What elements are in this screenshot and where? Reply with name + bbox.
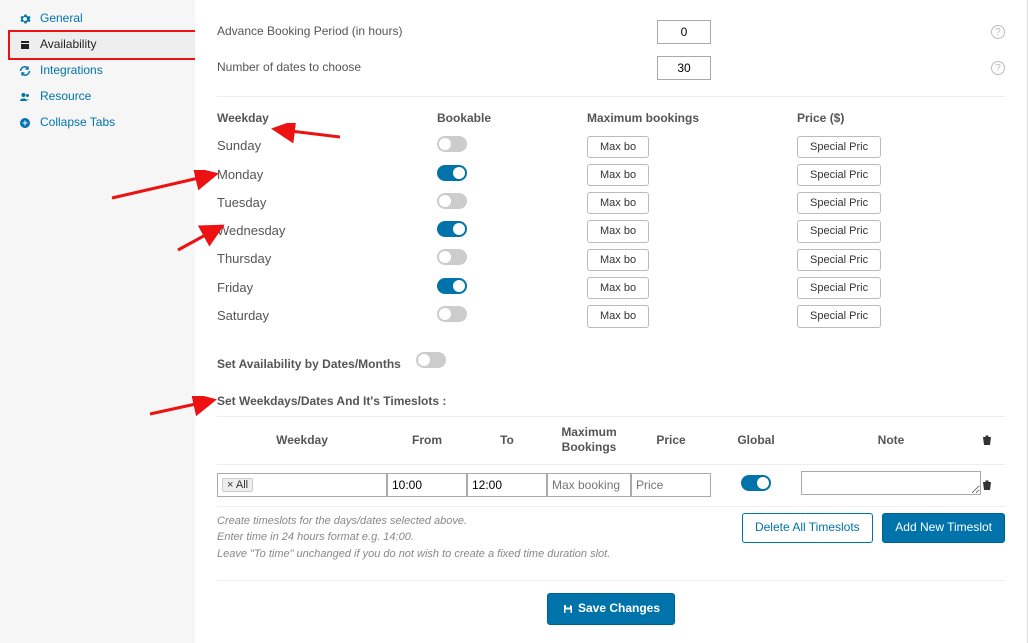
ts-weekday-field[interactable]: × All [217, 473, 387, 497]
weekday-name: Thursday [217, 251, 437, 268]
save-changes-button[interactable]: Save Changes [547, 593, 675, 625]
date-availability-toggle[interactable] [416, 352, 446, 368]
bookable-toggle[interactable] [437, 165, 467, 181]
ts-note-input[interactable] [801, 471, 981, 495]
advance-booking-label: Advance Booking Period (in hours) [217, 24, 657, 40]
bookable-toggle[interactable] [437, 249, 467, 265]
delete-all-timeslots-button[interactable]: Delete All Timeslots [742, 513, 873, 543]
hint-line: Enter time in 24 hours format e.g. 14:00… [217, 529, 736, 546]
trash-row-icon[interactable] [981, 479, 1005, 491]
bookable-toggle[interactable] [437, 221, 467, 237]
refresh-icon [18, 64, 32, 78]
col-bookable: Bookable [437, 111, 587, 127]
weekday-row: Thursday Max bo Special Pric [217, 246, 1005, 274]
ts-col-from: From [387, 433, 467, 449]
max-bookings-button[interactable]: Max bo [587, 164, 649, 186]
sidebar-item-collapse[interactable]: Collapse Tabs [10, 110, 195, 136]
advance-booking-input[interactable] [657, 20, 711, 44]
special-price-button[interactable]: Special Pric [797, 220, 881, 242]
special-price-button[interactable]: Special Pric [797, 305, 881, 327]
weekday-name: Monday [217, 167, 437, 184]
ts-col-note: Note [801, 433, 981, 449]
weekday-row: Saturday Max bo Special Pric [217, 302, 1005, 330]
gear-icon [18, 12, 32, 26]
ts-from-input[interactable] [387, 473, 467, 497]
bookable-toggle[interactable] [437, 136, 467, 152]
ts-price-input[interactable] [631, 473, 711, 497]
trash-all-icon[interactable] [981, 434, 1005, 446]
max-bookings-button[interactable]: Max bo [587, 220, 649, 242]
weekday-row: Friday Max bo Special Pric [217, 274, 1005, 302]
col-price: Price ($) [797, 111, 1005, 127]
sidebar-item-general[interactable]: General [10, 6, 195, 32]
ts-global-toggle[interactable] [741, 475, 771, 491]
set-timeslots-label: Set Weekdays/Dates And It's Timeslots : [217, 394, 1005, 410]
max-bookings-button[interactable]: Max bo [587, 136, 649, 158]
num-dates-input[interactable] [657, 56, 711, 80]
weekday-row: Monday Max bo Special Pric [217, 161, 1005, 189]
add-new-timeslot-button[interactable]: Add New Timeslot [882, 513, 1005, 543]
set-availability-label: Set Availability by Dates/Months [217, 357, 401, 373]
ts-col-price: Price [631, 433, 711, 449]
sidebar-label: Integrations [40, 63, 103, 79]
weekday-row: Sunday Max bo Special Pric [217, 133, 1005, 161]
ts-col-to: To [467, 433, 547, 449]
settings-content: Advance Booking Period (in hours) ? Numb… [195, 0, 1027, 643]
weekday-name: Saturday [217, 308, 437, 325]
bookable-toggle[interactable] [437, 278, 467, 294]
weekday-name: Tuesday [217, 195, 437, 212]
ts-to-input[interactable] [467, 473, 547, 497]
special-price-button[interactable]: Special Pric [797, 192, 881, 214]
settings-sidebar: General Availability Integrations Resour… [0, 0, 195, 643]
weekday-row: Tuesday Max bo Special Pric [217, 189, 1005, 217]
ts-col-global: Global [711, 433, 801, 449]
save-icon [562, 603, 574, 615]
max-bookings-button[interactable]: Max bo [587, 277, 649, 299]
ts-col-max: Maximum Bookings [547, 425, 631, 456]
hint-line: Leave "To time" unchanged if you do not … [217, 546, 736, 563]
sidebar-label: Collapse Tabs [40, 115, 115, 131]
num-dates-label: Number of dates to choose [217, 60, 657, 76]
col-max: Maximum bookings [587, 111, 797, 127]
weekday-row: Wednesday Max bo Special Pric [217, 217, 1005, 245]
bookable-toggle[interactable] [437, 193, 467, 209]
sidebar-item-resource[interactable]: Resource [10, 84, 195, 110]
weekday-tag[interactable]: × All [222, 478, 253, 492]
special-price-button[interactable]: Special Pric [797, 277, 881, 299]
help-icon[interactable]: ? [991, 61, 1005, 75]
bookable-toggle[interactable] [437, 306, 467, 322]
special-price-button[interactable]: Special Pric [797, 136, 881, 158]
special-price-button[interactable]: Special Pric [797, 164, 881, 186]
max-bookings-button[interactable]: Max bo [587, 192, 649, 214]
save-label: Save Changes [578, 601, 660, 615]
sidebar-label: Availability [40, 37, 96, 53]
hint-line: Create timeslots for the days/dates sele… [217, 513, 736, 530]
max-bookings-button[interactable]: Max bo [587, 305, 649, 327]
ts-col-weekday: Weekday [217, 433, 387, 449]
sidebar-label: General [40, 11, 83, 27]
col-weekday: Weekday [217, 111, 437, 127]
weekday-name: Sunday [217, 138, 437, 155]
max-bookings-button[interactable]: Max bo [587, 249, 649, 271]
sidebar-item-integrations[interactable]: Integrations [10, 58, 195, 84]
users-icon [18, 90, 32, 104]
special-price-button[interactable]: Special Pric [797, 249, 881, 271]
weekday-name: Friday [217, 280, 437, 297]
weekday-name: Wednesday [217, 223, 437, 240]
circle-plus-icon [18, 116, 32, 130]
sidebar-item-availability[interactable]: Availability [10, 32, 195, 58]
calendar-icon [18, 38, 32, 52]
help-icon[interactable]: ? [991, 25, 1005, 39]
sidebar-label: Resource [40, 89, 91, 105]
ts-max-input[interactable] [547, 473, 631, 497]
